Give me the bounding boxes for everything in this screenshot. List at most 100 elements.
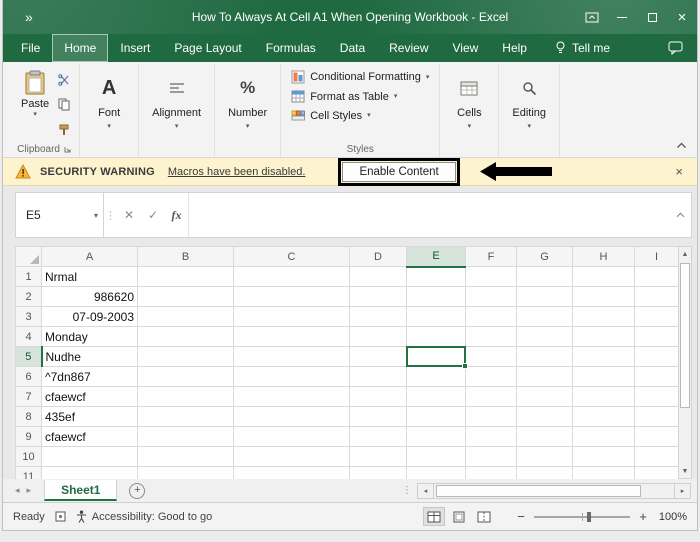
format-painter-button[interactable]	[58, 123, 70, 141]
clipboard-dialog-launcher-icon[interactable]	[64, 146, 71, 153]
alignment-group-button[interactable]: Alignment ▾	[144, 66, 209, 141]
cell-F10[interactable]	[466, 447, 517, 467]
paste-dropdown-icon[interactable]: ▾	[33, 112, 37, 117]
cell-A9[interactable]: cfaewcf	[42, 427, 138, 447]
tab-file[interactable]: File	[9, 34, 52, 62]
macros-disabled-link[interactable]: Macros have been disabled.	[168, 166, 306, 178]
cell-E4[interactable]	[407, 327, 466, 347]
cell-E5[interactable]	[407, 347, 466, 367]
cell-F2[interactable]	[466, 287, 517, 307]
new-sheet-button[interactable]: +	[129, 483, 145, 499]
sheet-nav-left-icon[interactable]: ◂	[15, 485, 20, 496]
record-macro-button[interactable]	[55, 511, 66, 522]
cell-I8[interactable]	[635, 407, 679, 427]
cell-D1[interactable]	[350, 267, 407, 287]
row-header-1[interactable]: 1	[16, 267, 42, 287]
cell-H6[interactable]	[573, 367, 635, 387]
copy-button[interactable]	[58, 98, 70, 116]
select-all-corner[interactable]	[16, 247, 42, 267]
formula-input[interactable]	[189, 193, 669, 237]
hscroll-splitter[interactable]: ⋮	[402, 485, 412, 496]
cell-B3[interactable]	[138, 307, 234, 327]
cell-I2[interactable]	[635, 287, 679, 307]
insert-function-button[interactable]: fx	[165, 193, 189, 237]
maximize-button[interactable]	[637, 0, 667, 34]
cell-B1[interactable]	[138, 267, 234, 287]
cell-C6[interactable]	[234, 367, 350, 387]
row-header-9[interactable]: 9	[16, 427, 42, 447]
cell-G1[interactable]	[517, 267, 573, 287]
vertical-scroll-thumb[interactable]	[680, 263, 690, 408]
col-header-B[interactable]: B	[138, 247, 234, 267]
cell-I11[interactable]	[635, 467, 679, 480]
minimize-button[interactable]	[607, 0, 637, 34]
cancel-button[interactable]: ✕	[117, 193, 141, 237]
cell-C7[interactable]	[234, 387, 350, 407]
cell-A6[interactable]: ^7dn867	[42, 367, 138, 387]
cell-F8[interactable]	[466, 407, 517, 427]
cell-D5[interactable]	[350, 347, 407, 367]
cell-C4[interactable]	[234, 327, 350, 347]
cell-G8[interactable]	[517, 407, 573, 427]
cell-E6[interactable]	[407, 367, 466, 387]
name-box-dropdown-icon[interactable]: ▾	[94, 211, 98, 220]
col-header-D[interactable]: D	[350, 247, 407, 267]
cell-E2[interactable]	[407, 287, 466, 307]
cell-B5[interactable]	[138, 347, 234, 367]
cell-H10[interactable]	[573, 447, 635, 467]
cell-G6[interactable]	[517, 367, 573, 387]
tab-page-layout[interactable]: Page Layout	[162, 34, 253, 62]
scroll-left-icon[interactable]: ◂	[417, 483, 434, 499]
editing-group-button[interactable]: Editing ▾	[504, 66, 554, 141]
cell-D7[interactable]	[350, 387, 407, 407]
normal-view-button[interactable]	[423, 507, 445, 526]
row-header-5[interactable]: 5	[16, 347, 42, 367]
paste-button[interactable]: Paste ▾	[14, 66, 56, 141]
cell-I6[interactable]	[635, 367, 679, 387]
cell-G9[interactable]	[517, 427, 573, 447]
tab-review[interactable]: Review	[377, 34, 440, 62]
tab-formulas[interactable]: Formulas	[254, 34, 328, 62]
cell-I7[interactable]	[635, 387, 679, 407]
cell-C3[interactable]	[234, 307, 350, 327]
cell-H11[interactable]	[573, 467, 635, 480]
name-box[interactable]: E5 ▾	[16, 193, 104, 237]
cell-A5[interactable]: Nudhe	[42, 347, 138, 367]
cell-C10[interactable]	[234, 447, 350, 467]
cell-A2[interactable]: 986620	[42, 287, 138, 307]
cell-G10[interactable]	[517, 447, 573, 467]
cell-D2[interactable]	[350, 287, 407, 307]
cell-F1[interactable]	[466, 267, 517, 287]
number-group-button[interactable]: % Number ▾	[220, 66, 275, 141]
row-header-7[interactable]: 7	[16, 387, 42, 407]
cell-F11[interactable]	[466, 467, 517, 480]
vertical-scrollbar[interactable]: ▲ ▼	[678, 246, 692, 479]
cell-D11[interactable]	[350, 467, 407, 480]
col-header-E[interactable]: E	[407, 247, 466, 267]
zoom-slider[interactable]	[534, 516, 630, 518]
col-header-H[interactable]: H	[573, 247, 635, 267]
col-header-A[interactable]: A	[42, 247, 138, 267]
cell-B7[interactable]	[138, 387, 234, 407]
cell-G3[interactable]	[517, 307, 573, 327]
horizontal-scrollbar[interactable]	[434, 483, 674, 499]
row-header-10[interactable]: 10	[16, 447, 42, 467]
formula-bar-expand-icon[interactable]	[669, 193, 691, 237]
col-header-F[interactable]: F	[466, 247, 517, 267]
sheet-tab-sheet1[interactable]: Sheet1	[44, 480, 117, 501]
cell-E8[interactable]	[407, 407, 466, 427]
cell-A11[interactable]	[42, 467, 138, 480]
row-header-6[interactable]: 6	[16, 367, 42, 387]
tab-insert[interactable]: Insert	[108, 34, 162, 62]
horizontal-scroll-thumb[interactable]	[436, 485, 641, 497]
cell-F4[interactable]	[466, 327, 517, 347]
quick-access-toolbar-icon[interactable]: »	[25, 9, 32, 25]
tell-me[interactable]: Tell me	[555, 41, 610, 55]
formula-bar-splitter[interactable]: ⋮	[104, 193, 117, 237]
tab-data[interactable]: Data	[328, 34, 377, 62]
cell-D3[interactable]	[350, 307, 407, 327]
cells-group-button[interactable]: Cells ▾	[445, 66, 493, 141]
scroll-right-icon[interactable]: ▸	[674, 483, 691, 499]
col-header-G[interactable]: G	[517, 247, 573, 267]
cell-F6[interactable]	[466, 367, 517, 387]
